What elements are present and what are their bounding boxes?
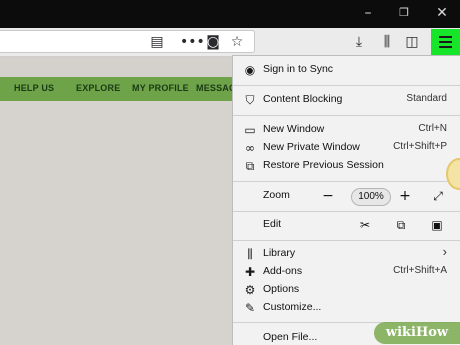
title-bar: – ❐ ✕ [0, 0, 460, 28]
zoom-reset-button[interactable]: 100% [351, 188, 391, 206]
divider [233, 115, 460, 116]
divider [233, 181, 460, 182]
paintbrush-icon: ✎ [244, 301, 256, 315]
private-mask-icon: ∞ [245, 141, 255, 155]
gear-icon: ⚙ [244, 283, 256, 297]
menu-content-blocking[interactable]: ⛉ Content Blocking Standard [233, 89, 460, 111]
library-icon: ⫼ [247, 247, 253, 261]
close-icon[interactable]: ✕ [434, 5, 450, 21]
copy-icon[interactable]: ⧉ [393, 217, 409, 233]
cut-icon[interactable]: ✂ [357, 217, 373, 233]
menu-edit-row: Edit ✂ ⧉ ▣ [233, 214, 460, 236]
page-actions-icon[interactable]: ••• [180, 33, 205, 51]
divider [233, 85, 460, 86]
watermark: wikiHow [374, 322, 460, 344]
menu-zoom-row: Zoom − 100% + ⤢ [233, 185, 460, 207]
restore-icon[interactable]: ❐ [396, 5, 412, 21]
edit-label: Edit [263, 218, 282, 230]
page-content [0, 101, 240, 345]
minimize-icon[interactable]: – [360, 5, 376, 21]
puzzle-piece-icon: ✚ [244, 265, 256, 279]
nav-toolbar: ▤ ••• ◙ ☆ ⤓ ⫼ ◫ [0, 28, 460, 57]
nav-explore[interactable]: EXPLORE [76, 83, 120, 93]
paste-icon[interactable]: ▣ [429, 217, 445, 233]
hamburger-menu-icon [439, 36, 452, 49]
account-icon: ◉ [244, 63, 256, 77]
shield-icon: ⛉ [245, 93, 255, 107]
star-icon[interactable]: ☆ [228, 33, 246, 51]
library-icon[interactable]: ⫼ [378, 33, 396, 51]
divider [233, 240, 460, 241]
app-menu-panel: ◉ Sign in to Sync ⛉ Content Blocking Sta… [232, 55, 460, 345]
download-icon[interactable]: ⤓ [350, 33, 368, 51]
content-blocking-value: Standard [406, 93, 447, 104]
site-nav-bar: HELP US EXPLORE MY PROFILE MESSAG [0, 77, 240, 101]
divider [233, 211, 460, 212]
menu-restore-session[interactable]: ⧉ Restore Previous Session [233, 155, 460, 177]
open-menu-button[interactable] [431, 29, 460, 56]
menu-customize[interactable]: ✎ Customize... [233, 297, 460, 319]
reader-view-icon[interactable]: ▤ [148, 33, 166, 51]
pocket-icon[interactable]: ◙ [204, 33, 222, 51]
zoom-label: Zoom [263, 189, 290, 201]
menu-sign-in-sync[interactable]: ◉ Sign in to Sync [233, 59, 460, 81]
url-bar[interactable]: ▤ ••• ◙ ☆ [0, 30, 255, 53]
zoom-in-button[interactable]: + [396, 187, 414, 205]
zoom-out-button[interactable]: − [319, 187, 337, 205]
sidebar-icon[interactable]: ◫ [403, 33, 421, 51]
nav-my-profile[interactable]: MY PROFILE [132, 83, 189, 93]
chevron-right-icon: › [442, 244, 447, 259]
new-window-icon: ▭ [244, 123, 256, 137]
nav-help-us[interactable]: HELP US [14, 83, 54, 93]
nav-messages[interactable]: MESSAG [196, 83, 236, 93]
restore-session-icon: ⧉ [245, 159, 255, 173]
fullscreen-icon[interactable]: ⤢ [429, 187, 447, 205]
